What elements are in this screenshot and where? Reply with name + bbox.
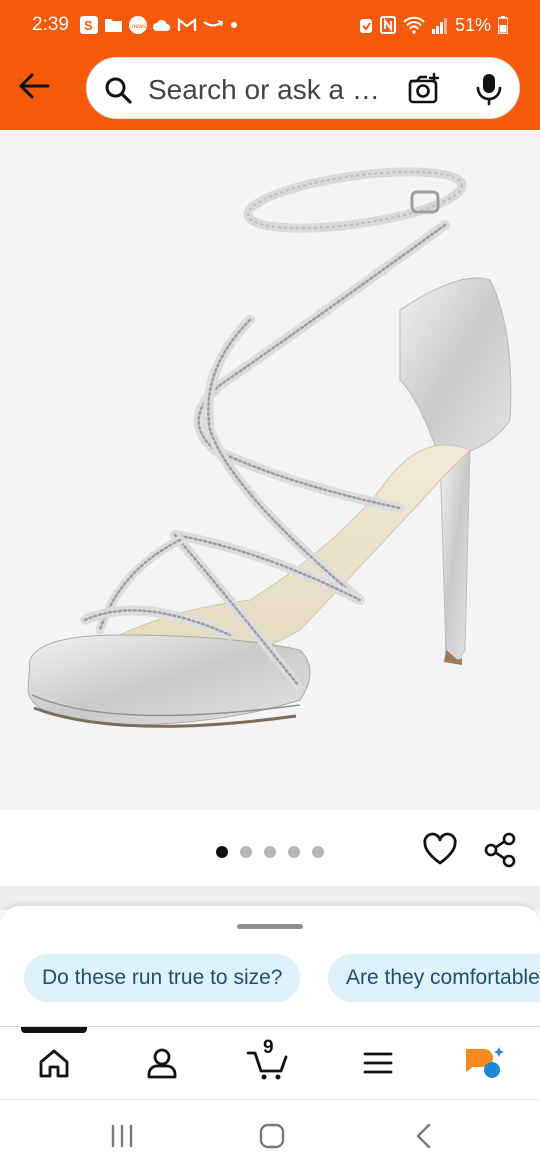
product-image[interactable]	[0, 130, 540, 810]
signal-icon	[431, 18, 447, 34]
folder-icon	[105, 19, 122, 32]
nav-menu-button[interactable]	[356, 1043, 400, 1083]
back-button[interactable]	[14, 66, 54, 106]
arrow-left-icon	[19, 73, 50, 99]
rufus-suggestion-sheet: Do these run true to size? Are they comf…	[0, 906, 540, 1032]
system-navigation-bar	[0, 1099, 540, 1171]
status-bar: 2:39 S news 51%	[0, 0, 540, 50]
camera-icon[interactable]	[407, 72, 441, 106]
search-header: Search or ask a question	[0, 50, 540, 130]
carousel-dot-3[interactable]	[264, 846, 276, 858]
bottom-navigation: 9	[0, 1026, 540, 1099]
share-icon[interactable]	[482, 832, 518, 868]
search-input[interactable]: Search or ask a question	[148, 74, 388, 106]
system-status: 51%	[359, 14, 508, 36]
search-icon	[105, 77, 132, 104]
suggestion-chip-size[interactable]: Do these run true to size?	[24, 954, 301, 1002]
s-app-icon: S	[80, 16, 98, 34]
suggestion-chip-comfort[interactable]: Are they comfortable?	[328, 954, 540, 1002]
search-bar[interactable]: Search or ask a question	[86, 57, 520, 119]
carousel-dot-4[interactable]	[288, 846, 300, 858]
active-tab-indicator	[21, 1027, 87, 1033]
menu-icon	[363, 1052, 393, 1074]
cloud-icon	[153, 19, 171, 31]
home-icon	[39, 1049, 69, 1078]
recents-icon[interactable]	[106, 1122, 138, 1150]
sheet-drag-handle[interactable]	[237, 924, 303, 929]
status-time: 2:39	[32, 14, 69, 35]
battery-icon	[498, 16, 508, 34]
carousel-dot-5[interactable]	[312, 846, 324, 858]
battery-percent: 51%	[454, 15, 491, 35]
dot-icon	[231, 22, 237, 28]
svg-text:S: S	[84, 18, 93, 33]
nfc-icon	[379, 16, 396, 34]
carousel-dot-2[interactable]	[240, 846, 252, 858]
gmail-icon	[177, 17, 197, 31]
system-back-icon[interactable]	[409, 1122, 441, 1150]
microphone-icon[interactable]	[475, 72, 503, 106]
nav-home-button[interactable]	[32, 1043, 76, 1083]
news-icon: news	[129, 16, 147, 34]
amazon-icon	[203, 20, 223, 27]
alarm-icon	[359, 19, 372, 33]
nav-rufus-button[interactable]	[463, 1043, 507, 1083]
svg-text:news: news	[132, 24, 146, 30]
strappy-silver-heeled-sandal	[27, 167, 512, 728]
account-icon	[147, 1048, 177, 1079]
nav-cart-button[interactable]: 9	[246, 1037, 290, 1083]
wifi-icon	[403, 16, 425, 34]
nav-account-button[interactable]	[140, 1043, 184, 1083]
heart-icon[interactable]	[422, 832, 458, 866]
carousel-dots[interactable]	[216, 846, 324, 858]
cart-count-badge: 9	[263, 1037, 274, 1058]
carousel-dot-1[interactable]	[216, 846, 228, 858]
rufus-icon	[466, 1047, 504, 1078]
image-carousel-controls	[0, 810, 540, 888]
system-home-icon[interactable]	[256, 1122, 288, 1150]
notification-icons: S news	[80, 14, 239, 36]
